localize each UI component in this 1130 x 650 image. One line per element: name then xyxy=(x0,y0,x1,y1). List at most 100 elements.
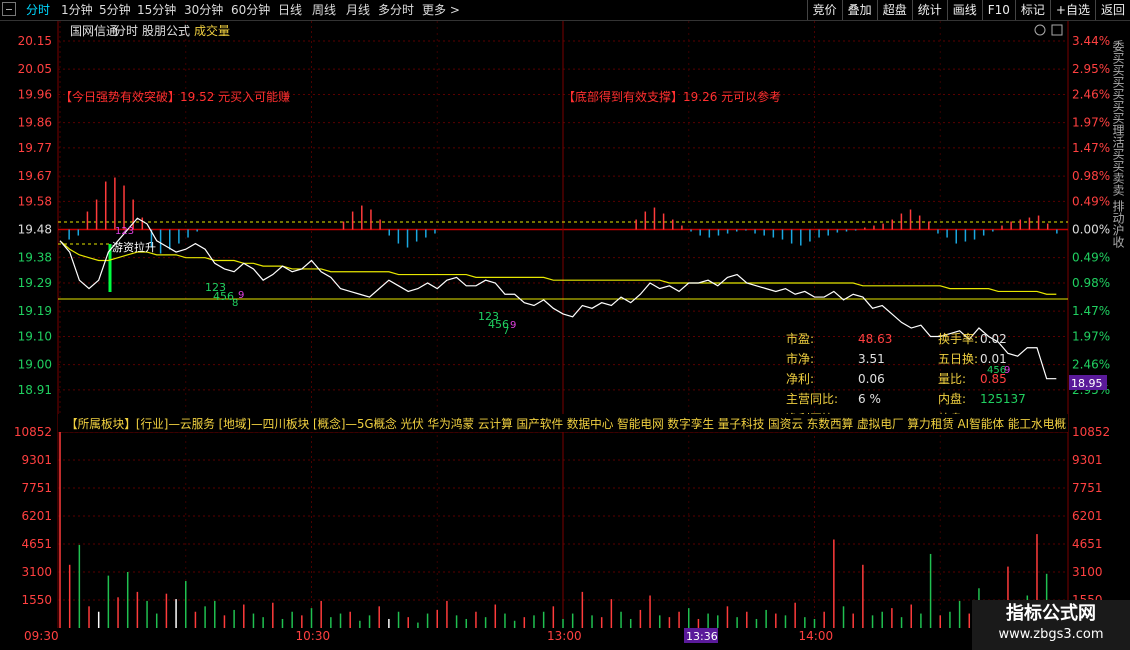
tab-15min[interactable]: 15分钟 xyxy=(137,2,176,18)
super-button[interactable]: 超盘 xyxy=(876,0,912,20)
price-axis-labels: 20.15 20.05 19.96 19.86 19.77 19.67 19.58 19.48… xyxy=(18,34,52,397)
volume-tick-label-right: 4651 xyxy=(1072,537,1103,551)
price-tick-label: 19.48 xyxy=(18,223,52,237)
info-value: 48.63 xyxy=(858,332,892,346)
price-line xyxy=(59,217,1057,380)
info-label: 市盈: xyxy=(786,331,814,346)
percent-tick-label: 1.97% xyxy=(1072,329,1110,343)
support-signal-text: 【底部得到有效支撑】19.26 元可以参考 xyxy=(563,89,781,104)
wave-mark: 123 xyxy=(115,226,134,237)
info-label: 内盘: xyxy=(938,391,966,406)
time-tick-label: 10:30 xyxy=(296,629,331,643)
volume-bars xyxy=(59,432,1058,628)
tab-1min[interactable]: 1分钟 xyxy=(61,2,93,18)
watermark: 指标公式网 www.zbgs3.com xyxy=(972,600,1130,650)
percent-tick-label: 2.46% xyxy=(1072,87,1110,101)
volume-tick-label-right: 9301 xyxy=(1072,453,1103,467)
last-price-value: 18.95 xyxy=(1071,377,1103,390)
back-button[interactable]: 返回 xyxy=(1094,0,1130,20)
price-tick-label: 19.86 xyxy=(18,116,52,130)
info-value: 3.51 xyxy=(858,352,885,366)
stock-name: 国网信通 xyxy=(70,24,118,38)
info-label: 市净: xyxy=(786,351,814,366)
draw-line-button[interactable]: 画线 xyxy=(946,0,982,20)
sector-strip: 【所属板块】[行业]—云服务 [地域]—四川板块 [概念]—5G概念 光伏 华为… xyxy=(66,416,1066,431)
fundamentals-panel: 市盈: 48.63 换手率: 0.02 市净: 3.51 五日换: 0.01 净利: 0.06 量比… xyxy=(786,331,1026,426)
percent-tick-label: 2.95% xyxy=(1072,62,1110,76)
percent-axis-labels: 3.44% 2.95% 2.46% 1.97% 1.47% 0.98% 0.49% 0.00%… xyxy=(1072,34,1110,397)
add-watchlist-button[interactable]: +自选 xyxy=(1049,0,1095,20)
volume-tick-label: 9301 xyxy=(21,453,52,467)
volume-tick-label: 7751 xyxy=(21,481,52,495)
info-label: 量比: xyxy=(938,372,966,386)
price-tick-label: 20.15 xyxy=(18,34,52,48)
capital-surge-text: 游资拉升 xyxy=(112,240,156,254)
info-value: 0.01 xyxy=(980,352,1007,366)
intraday-chart[interactable]: 国网信通 分时 股朋公式 成交量 20.15 20.05 19.96 19.86 19.… xyxy=(0,21,1130,650)
info-value: 125137 xyxy=(980,392,1026,406)
tab-5min[interactable]: 5分钟 xyxy=(99,2,131,18)
window-icon[interactable] xyxy=(1051,24,1063,36)
info-label: 主营同比: xyxy=(786,392,838,406)
info-value: 6 % xyxy=(858,392,881,406)
volume-tick-label-right: 7751 xyxy=(1072,481,1103,495)
info-value: 0.85 xyxy=(980,372,1007,386)
volume-tick-label: 10852 xyxy=(14,425,52,439)
percent-tick-label: 2.46% xyxy=(1072,358,1110,372)
volume-tick-label-right: 3100 xyxy=(1072,565,1103,579)
volume-tick-label: 6201 xyxy=(21,509,52,523)
percent-tick-label: 0.98% xyxy=(1072,169,1110,183)
price-tick-label: 19.29 xyxy=(18,276,52,290)
info-label: 换手率: xyxy=(938,331,978,346)
overlay-button[interactable]: 叠加 xyxy=(841,0,877,20)
price-tick-label: 19.38 xyxy=(18,251,52,265)
price-tick-label: 19.19 xyxy=(18,304,52,318)
info-value: 0.06 xyxy=(858,372,885,386)
info-value: 0.02 xyxy=(980,332,1007,346)
percent-tick-label: 1.47% xyxy=(1072,304,1110,318)
tab-30min[interactable]: 30分钟 xyxy=(184,2,223,18)
header-icons xyxy=(1034,24,1063,36)
info-label: 五日换: xyxy=(938,352,978,366)
auction-button[interactable]: 竞价 xyxy=(806,0,842,20)
tab-weekly[interactable]: 周线 xyxy=(312,2,336,18)
time-tick-label: 13:00 xyxy=(547,629,582,643)
wave-mark: 9 xyxy=(510,320,516,331)
percent-tick-label: 0.98% xyxy=(1072,276,1110,290)
time-tick-label: 09:30 xyxy=(24,629,59,643)
tab-60min[interactable]: 60分钟 xyxy=(231,2,270,18)
price-tick-label: 19.77 xyxy=(18,141,52,155)
mark-button[interactable]: 标记 xyxy=(1014,0,1050,20)
tab-fenshi[interactable]: 分时 xyxy=(26,2,50,18)
wave-mark: 456 xyxy=(213,290,234,303)
right-edge-panel-text: 委买买买买买买理活买买卖卖 排动沪收 xyxy=(1111,40,1125,249)
tab-daily[interactable]: 日线 xyxy=(278,2,302,18)
price-tick-label: 20.05 xyxy=(18,62,52,76)
watermark-title: 指标公式网 xyxy=(1006,603,1096,624)
price-tick-label: 19.67 xyxy=(18,169,52,183)
settings-icon[interactable] xyxy=(1034,24,1046,36)
tab-monthly[interactable]: 月线 xyxy=(346,2,370,18)
cursor-time: 13:36 xyxy=(686,630,718,643)
tab-multi-fenshi[interactable]: 多分时 xyxy=(378,2,414,18)
price-tick-label: 18.91 xyxy=(18,383,52,397)
wave-mark: 9 xyxy=(238,290,244,301)
f10-button[interactable]: F10 xyxy=(981,0,1015,20)
price-tick-label: 19.96 xyxy=(18,87,52,101)
volume-tick-label-right: 10852 xyxy=(1072,425,1110,439)
volume-tick-label: 1550 xyxy=(21,593,52,607)
stats-button[interactable]: 统计 xyxy=(911,0,947,20)
time-tick-label: 14:00 xyxy=(799,629,834,643)
formula-label: 股朋公式 xyxy=(142,24,190,38)
buy-signal-text: 【今日强势有效突破】19.52 元买入可能赚 xyxy=(60,89,290,104)
menu-icon[interactable] xyxy=(2,2,16,16)
view-mode-label: 分时 xyxy=(114,24,138,38)
percent-tick-label: 3.44% xyxy=(1072,34,1110,48)
right-toolbar: 竞价 叠加 超盘 统计 画线 F10 标记 +自选 返回 xyxy=(806,0,1130,20)
info-label: 净利: xyxy=(786,372,814,386)
price-tick-label: 19.00 xyxy=(18,358,52,372)
tab-more[interactable]: 更多 > xyxy=(422,2,460,18)
volume-label: 成交量 xyxy=(194,23,230,38)
volume-tick-label-right: 6201 xyxy=(1072,509,1103,523)
volume-tick-label: 4651 xyxy=(21,537,52,551)
